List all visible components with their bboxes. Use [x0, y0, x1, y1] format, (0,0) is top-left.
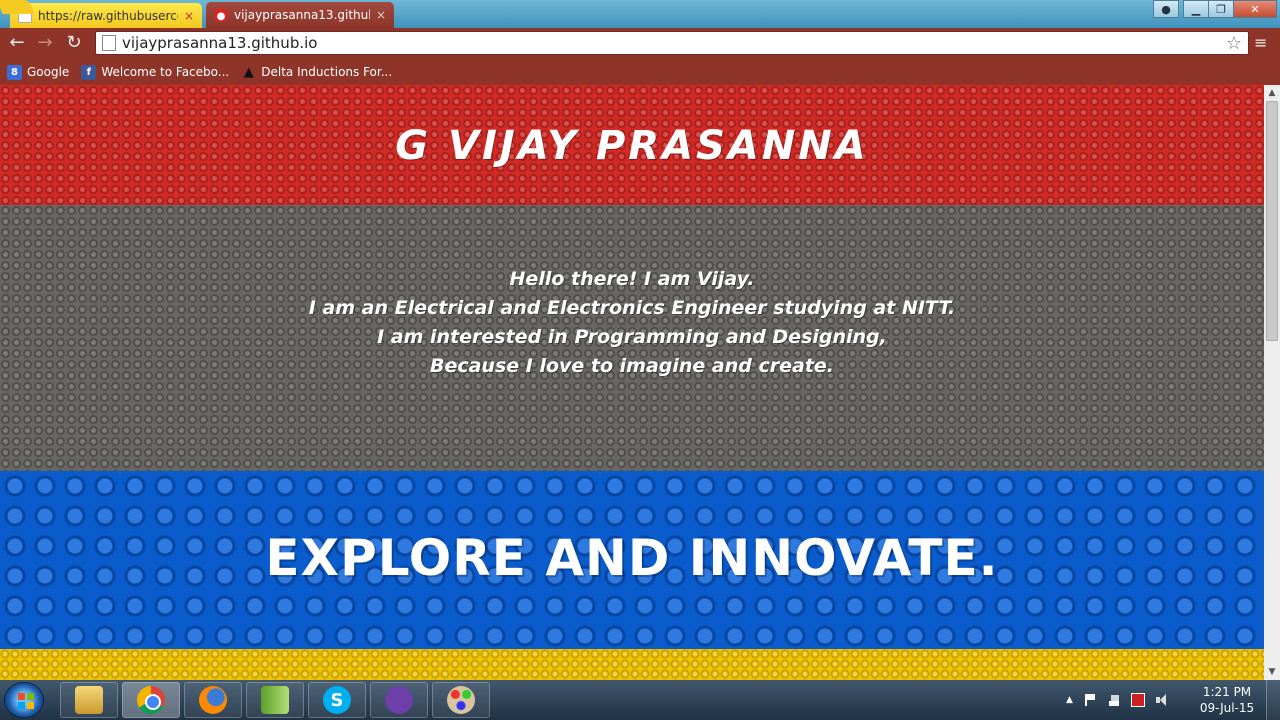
taskbar-explorer[interactable] — [60, 682, 118, 718]
bookmark-delta[interactable]: ▲ Delta Inductions For... — [241, 65, 392, 80]
taskbar-firefox[interactable] — [184, 682, 242, 718]
bookmark-facebook[interactable]: f Welcome to Facebo... — [81, 64, 230, 80]
intro-line: I am an Electrical and Electronics Engin… — [308, 297, 956, 319]
bookmark-google[interactable]: 8 Google — [7, 64, 70, 80]
facebook-icon: f — [81, 64, 97, 80]
tab-vijayprasanna13[interactable]: vijayprasanna13.github.io × — [206, 2, 394, 28]
system-tray: ▲ — [1066, 686, 1169, 714]
google-icon: 8 — [7, 64, 22, 80]
notepad-plus-icon — [261, 686, 289, 714]
address-bar[interactable]: vijayprasanna13.github.io ☆ — [95, 31, 1249, 55]
intro-line: I am interested in Programming and Desig… — [377, 326, 887, 348]
intro-line: Because I love to imagine and create. — [429, 355, 835, 377]
url-text[interactable]: vijayprasanna13.github.io — [122, 34, 1220, 52]
user-profile-icon[interactable]: ● — [1153, 0, 1179, 18]
taskbar: S ▲ 1:21 PM 09-Jul-15 — [0, 680, 1280, 720]
intro-text: Hello there! I am Vijay. I am an Electri… — [0, 265, 1264, 381]
firefox-icon — [199, 686, 227, 714]
show-desktop-button[interactable] — [1266, 680, 1280, 720]
tab-close-icon[interactable]: × — [376, 8, 386, 22]
taskbar-github[interactable] — [370, 682, 428, 718]
tab-title: vijayprasanna13.github.io — [234, 8, 370, 22]
bookmark-label: Google — [27, 65, 70, 79]
pokeball-favicon-icon — [214, 8, 228, 22]
explorer-icon — [75, 686, 103, 714]
bookmark-label: Delta Inductions For... — [261, 65, 393, 79]
forward-arrow-icon[interactable]: → — [34, 32, 56, 54]
header-band-red: G VIJAY PRASANNA — [0, 85, 1264, 205]
tab-title: https://raw.githubusercon — [38, 8, 178, 23]
chrome-icon — [137, 686, 165, 714]
delta-icon: ▲ — [243, 64, 254, 80]
security-icon[interactable] — [1130, 693, 1145, 707]
clock[interactable]: 1:21 PM 09-Jul-15 — [1195, 684, 1259, 716]
page-icon — [102, 35, 116, 51]
bookmarks-bar: 8 Google f Welcome to Facebo... ▲ Delta … — [0, 59, 1280, 85]
bookmark-star-icon[interactable]: ☆ — [1226, 33, 1242, 54]
tagline-band-blue: EXPLORE AND INNOVATE. — [0, 471, 1264, 649]
github-icon — [385, 686, 413, 714]
scroll-up-arrow-icon[interactable]: ▲ — [1264, 85, 1280, 101]
taskbar-paint[interactable] — [432, 682, 490, 718]
reload-icon[interactable]: ↻ — [63, 32, 85, 54]
intro-line: Hello there! I am Vijay. — [509, 268, 755, 290]
taskbar-chrome[interactable] — [122, 682, 180, 718]
tab-raw-githubusercontent[interactable]: https://raw.githubusercon × — [10, 3, 202, 28]
footer-band-yellow — [0, 649, 1264, 680]
tab-close-icon[interactable]: × — [184, 9, 194, 23]
skype-icon: S — [323, 686, 351, 714]
windows-logo-icon — [18, 693, 34, 709]
bookmark-label: Welcome to Facebo... — [101, 65, 230, 79]
close-window-button[interactable]: ✕ — [1233, 0, 1277, 18]
page-title: G VIJAY PRASANNA — [395, 123, 869, 169]
vertical-scrollbar[interactable]: ▲ ▼ — [1264, 85, 1280, 680]
maximize-button[interactable]: ❐ — [1208, 0, 1234, 18]
paint-icon — [447, 686, 475, 714]
new-tab-button[interactable] — [0, 0, 35, 14]
browser-toolbar: ← → ↻ vijayprasanna13.github.io ☆ ≡ — [0, 28, 1280, 59]
browser-titlebar: https://raw.githubusercon × vijayprasann… — [0, 0, 1280, 28]
tagline: EXPLORE AND INNOVATE. — [265, 529, 999, 587]
scrollbar-thumb[interactable] — [1266, 101, 1278, 341]
network-icon[interactable] — [1106, 693, 1121, 707]
menu-icon[interactable]: ≡ — [1254, 34, 1272, 52]
show-hidden-icons-icon[interactable]: ▲ — [1066, 695, 1073, 705]
taskbar-skype[interactable]: S — [308, 682, 366, 718]
start-button[interactable] — [4, 682, 44, 718]
back-arrow-icon[interactable]: ← — [6, 32, 28, 54]
volume-icon[interactable] — [1154, 693, 1169, 707]
action-center-flag-icon[interactable] — [1082, 693, 1097, 707]
taskbar-notepad-plus[interactable] — [246, 682, 304, 718]
scroll-down-arrow-icon[interactable]: ▼ — [1264, 664, 1280, 680]
clock-date: 09-Jul-15 — [1199, 701, 1255, 715]
minimize-button[interactable]: ▁ — [1183, 0, 1209, 18]
intro-band-gray: Hello there! I am Vijay. I am an Electri… — [0, 205, 1264, 471]
page-viewport: G VIJAY PRASANNA Hello there! I am Vijay… — [0, 85, 1264, 680]
clock-time: 1:21 PM — [1202, 685, 1252, 699]
